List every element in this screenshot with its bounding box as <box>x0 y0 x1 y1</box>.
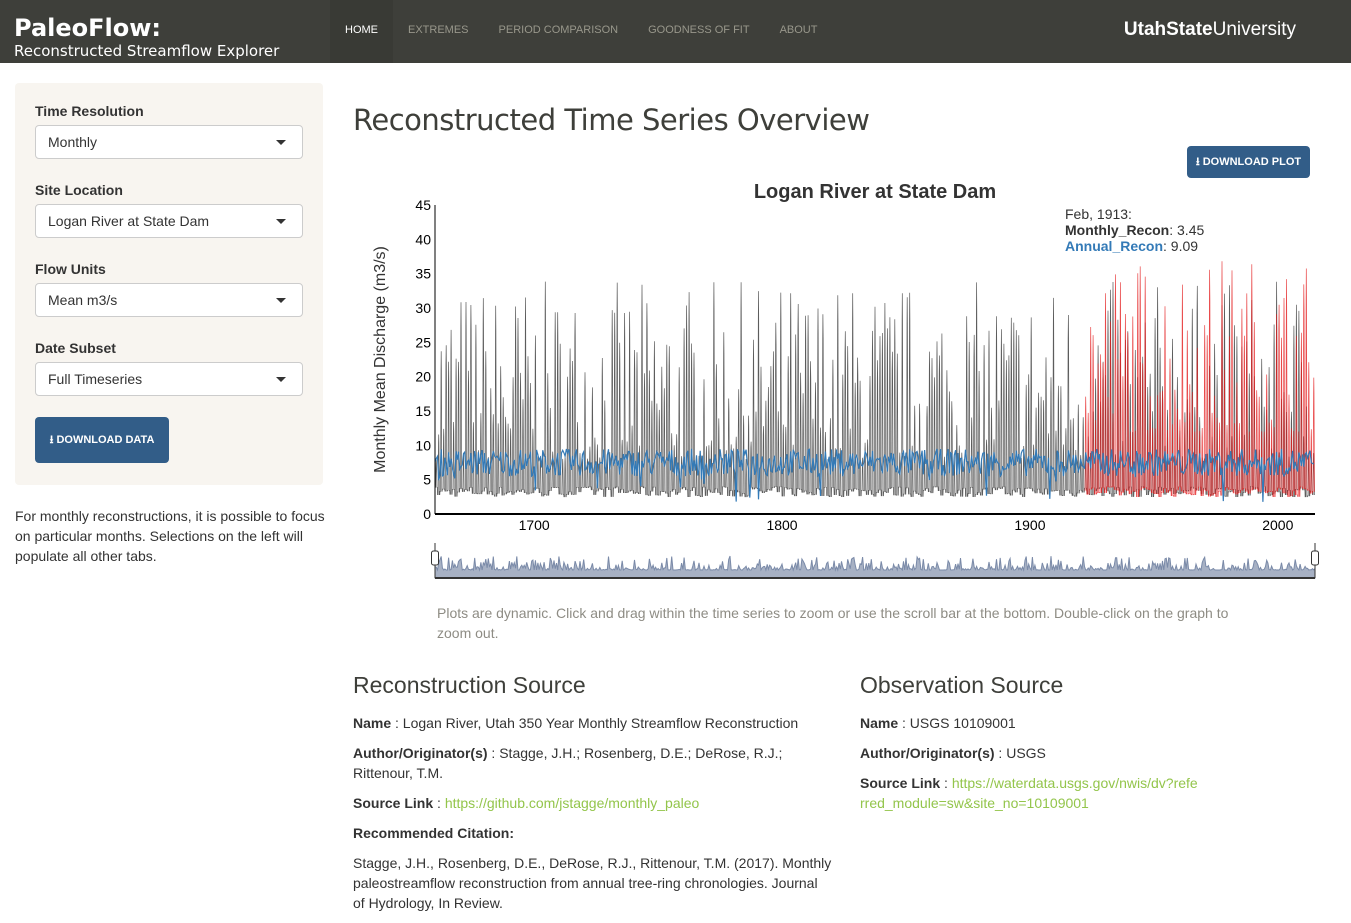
reconstruction-heading: Reconstruction Source <box>353 672 586 698</box>
app-subtitle: Reconstructed Streamflow Explorer <box>14 42 280 60</box>
date-subset-select[interactable]: Full Timeseries <box>35 362 303 396</box>
app-brand[interactable]: PaleoFlow: Reconstructed Streamflow Expl… <box>14 14 286 60</box>
observation-source: Observation Source Name : USGS 10109001 … <box>860 672 1200 823</box>
site-location-select[interactable]: Logan River at State Dam <box>35 204 303 238</box>
y-tick-label: 15 <box>415 403 431 419</box>
navbar: PaleoFlow: Reconstructed Streamflow Expl… <box>0 0 1351 63</box>
y-tick-label: 30 <box>415 300 431 316</box>
y-tick-label: 5 <box>423 472 431 488</box>
y-tick-label: 45 <box>415 197 431 213</box>
download-plot-button[interactable]: ⭳ DOWNLOAD PLOT <box>1187 146 1310 178</box>
range-selector-overview <box>434 555 1316 579</box>
time-resolution-select[interactable]: Monthly <box>35 125 303 159</box>
chart-title: Logan River at State Dam <box>754 181 996 203</box>
tab-goodness-of-fit[interactable]: GOODNESS OF FIT <box>633 0 764 63</box>
time-resolution-label: Time Resolution <box>35 103 144 119</box>
tab-home[interactable]: HOME <box>330 0 393 63</box>
y-tick-label: 40 <box>415 231 431 247</box>
y-axis-label: Monthly Mean Discharge (m3/s) <box>372 246 389 473</box>
y-tick-label: 20 <box>415 369 431 385</box>
sidebar-note: For monthly reconstructions, it is possi… <box>15 508 325 564</box>
x-tick-label: 2000 <box>1262 517 1293 533</box>
y-tick-label: 10 <box>415 437 431 453</box>
reconstruction-source: Reconstruction Source Name : Logan River… <box>353 672 832 911</box>
download-icon: ⭳ <box>1195 155 1200 168</box>
download-data-button[interactable]: ⭳ DOWNLOAD DATA <box>35 417 169 463</box>
date-subset-label: Date Subset <box>35 340 116 356</box>
range-handle-left[interactable] <box>431 550 439 566</box>
x-tick-label: 1900 <box>1014 517 1045 533</box>
tab-about[interactable]: ABOUT <box>765 0 833 63</box>
plot-help-text: Plots are dynamic. Click and drag within… <box>437 605 1229 641</box>
sidebar-panel: Time Resolution Monthly Site Location Lo… <box>15 83 323 485</box>
x-tick-label: 1700 <box>519 517 550 533</box>
flow-units-select[interactable]: Mean m3/s <box>35 283 303 317</box>
app-title: PaleoFlow: <box>14 14 162 42</box>
tab-period-comparison[interactable]: PERIOD COMPARISON <box>484 0 634 63</box>
tab-extremes[interactable]: EXTREMES <box>393 0 484 63</box>
y-tick-label: 25 <box>415 334 431 350</box>
y-tick-label: 35 <box>415 266 431 282</box>
y-tick-label: 0 <box>423 506 431 522</box>
citation: Stagge, J.H., Rosenberg, D.E., DeRose, R… <box>353 855 832 911</box>
reconstruction-source-link[interactable]: https://github.com/jstagge/monthly_paleo <box>445 795 700 811</box>
chart-tooltip: Feb, 1913: Monthly_Recon: 3.45 Annual_Re… <box>1065 206 1205 254</box>
page-title: Reconstructed Time Series Overview <box>353 103 870 137</box>
flow-units-label: Flow Units <box>35 261 106 277</box>
university-logo: UtahStateUniversity <box>1123 19 1296 40</box>
x-tick-label: 1800 <box>766 517 797 533</box>
observation-heading: Observation Source <box>860 672 1064 698</box>
download-icon: ⭳ <box>49 433 54 446</box>
site-location-label: Site Location <box>35 182 123 198</box>
range-handle-right[interactable] <box>1311 550 1319 566</box>
